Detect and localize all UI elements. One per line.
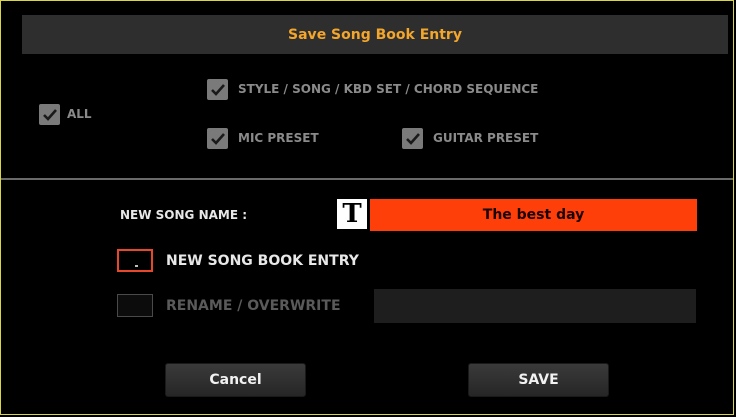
checkmark-icon <box>42 108 57 121</box>
mic-preset-checkbox[interactable] <box>207 128 228 149</box>
song-name-field[interactable]: The best day <box>370 199 697 231</box>
text-edit-icon[interactable]: T <box>337 199 367 229</box>
save-song-book-dialog: Save Song Book Entry ALL STYLE / SONG / … <box>0 0 734 415</box>
rename-label[interactable]: RENAME / OVERWRITE <box>166 298 341 314</box>
save-button[interactable]: SAVE <box>468 363 609 397</box>
style-song-label: STYLE / SONG / KBD SET / CHORD SEQUENCE <box>238 82 539 96</box>
save-button-label: SAVE <box>518 372 559 388</box>
all-checkbox[interactable] <box>39 104 60 125</box>
cancel-button[interactable]: Cancel <box>165 363 306 397</box>
guitar-preset-checkbox[interactable] <box>402 128 423 149</box>
rename-field[interactable] <box>374 289 696 323</box>
checkmark-icon <box>210 83 225 96</box>
cursor-dot <box>135 265 138 267</box>
new-entry-radio[interactable] <box>117 249 153 272</box>
song-name-value: The best day <box>482 207 585 223</box>
mic-preset-label: MIC PRESET <box>238 131 319 145</box>
checkmark-icon <box>405 132 420 145</box>
checkmark-icon <box>210 132 225 145</box>
dialog-title: Save Song Book Entry <box>22 15 728 54</box>
new-song-name-label: NEW SONG NAME : <box>120 208 248 222</box>
all-label: ALL <box>67 107 92 121</box>
guitar-preset-label: GUITAR PRESET <box>433 131 539 145</box>
dialog-title-text: Save Song Book Entry <box>288 26 462 43</box>
section-divider <box>1 178 733 180</box>
rename-radio[interactable] <box>117 294 153 317</box>
style-song-checkbox[interactable] <box>207 79 228 100</box>
new-entry-label[interactable]: NEW SONG BOOK ENTRY <box>166 253 359 269</box>
cancel-button-label: Cancel <box>209 372 262 388</box>
